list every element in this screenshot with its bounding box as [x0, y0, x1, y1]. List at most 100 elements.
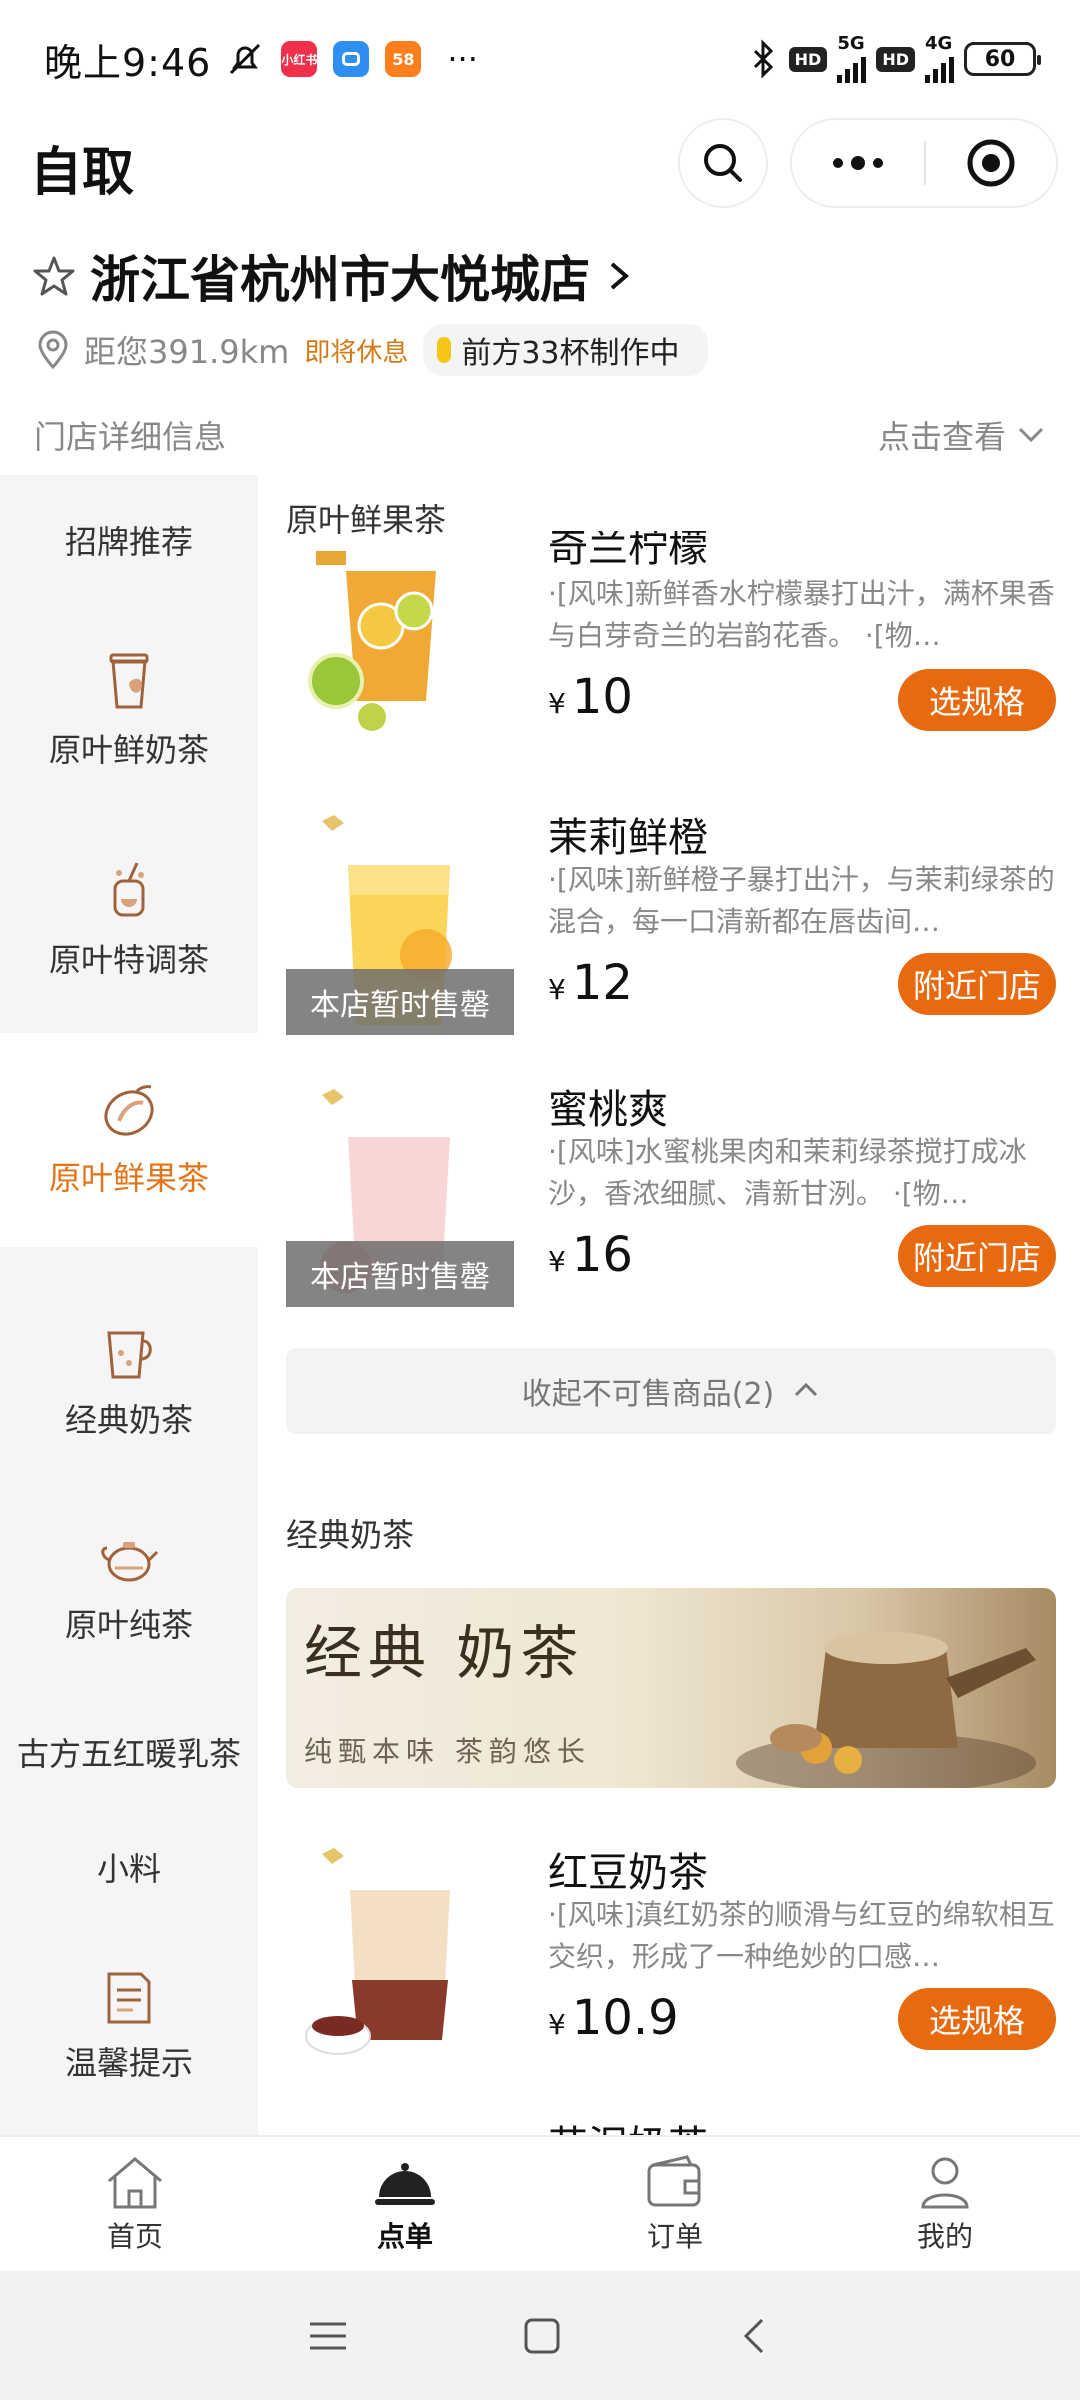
mute-bell-icon — [230, 43, 261, 75]
soldout-badge: 本店暂时售罄 — [286, 1241, 514, 1307]
nav-profile[interactable]: 我的 — [810, 2137, 1080, 2271]
nav-label: 订单 — [646, 2220, 703, 2253]
classic-milk-tea-banner[interactable]: 经典 奶茶 纯甄本味 茶韵悠长 — [286, 1588, 1056, 1788]
sidebar-item-label: 招牌推荐 — [64, 523, 193, 561]
sidebar-item-fresh-milk-tea[interactable]: 原叶鲜奶茶 — [0, 605, 258, 815]
product-card[interactable]: 本店暂时售罄 蜜桃爽 ·[风味]水蜜桃果肉和茉莉绿茶搅打成冰沙，香浓细腻、清新甘… — [286, 1077, 1056, 1307]
store-detail-row[interactable]: 门店详细信息 点击查看 — [34, 412, 1046, 458]
search-icon — [704, 144, 742, 182]
sidebar-item-special-tea[interactable]: 原叶特调茶 — [0, 815, 258, 1025]
select-spec-button[interactable]: 选规格 — [898, 1988, 1056, 2050]
product-card[interactable]: 奇兰柠檬 ·[风味]新鲜香水柠檬暴打出汁，满杯果香与白芽奇兰的岩韵花香。 ·[物… — [286, 531, 1056, 761]
nearby-store-button[interactable]: 附近门店 — [898, 1225, 1056, 1287]
menu-icon[interactable] — [306, 2316, 350, 2356]
store-detail-action-label: 点击查看 — [877, 418, 1006, 456]
hd-badge: HD — [788, 46, 828, 72]
product-card[interactable]: 本店暂时售罄 茉莉鲜橙 ·[风味]新鲜橙子暴打出汁，与茉莉绿茶的混合，每一口清新… — [286, 805, 1056, 1035]
product-name: 奇兰柠檬 — [548, 525, 708, 571]
store-name-row[interactable]: 浙江省杭州市大悦城店 — [32, 240, 634, 312]
store-distance: 距您391.9km — [84, 333, 290, 371]
blue-app-icon — [333, 41, 370, 77]
bluetooth-icon — [753, 39, 773, 79]
product-desc: ·[风味]滇红奶茶的顺滑与红豆的绵软相互交织，形成了一种绝妙的口感… — [548, 1898, 1055, 1973]
product-name-partial: 芋泥奶茶 — [548, 2113, 708, 2135]
teapot-icon — [101, 1542, 159, 1582]
sidebar-item-pure-tea[interactable]: 原叶纯茶 — [0, 1477, 258, 1697]
collapse-unavailable-button[interactable]: 收起不可售商品(2) — [286, 1348, 1056, 1434]
nav-label: 首页 — [106, 2220, 163, 2253]
sidebar-item-toppings[interactable]: 小料 — [0, 1807, 258, 1927]
store-name: 浙江省杭州市大悦城店 — [90, 251, 590, 309]
page-header: 自取 — [0, 118, 1080, 210]
system-nav-bar — [0, 2271, 1080, 2400]
sidebar-item-label: 原叶鲜果茶 — [48, 1159, 209, 1197]
sidebar-item-fresh-fruit-tea[interactable]: 原叶鲜果茶 — [0, 1033, 258, 1247]
home-square-icon[interactable] — [522, 2316, 562, 2356]
signal-4g: 4G — [925, 35, 954, 83]
chevron-right-icon — [610, 262, 630, 290]
nav-order[interactable]: 点单 — [270, 2137, 540, 2271]
special-tea-icon — [113, 862, 145, 917]
product-image: 本店暂时售罄 — [286, 805, 514, 1035]
store-detail-action[interactable]: 点击查看 — [878, 412, 1046, 458]
classic-cup-icon — [107, 1331, 152, 1379]
product-image — [286, 1840, 514, 2070]
product-price: ¥16 — [548, 1227, 633, 1283]
product-name: 红豆奶茶 — [548, 1850, 708, 1896]
sidebar-item-notice[interactable]: 温馨提示 — [0, 1927, 258, 2127]
58-app-icon: 58 — [385, 41, 422, 77]
product-price: ¥10.9 — [548, 1990, 679, 2046]
status-right-icons: HD 5G HD 4G 60 — [749, 35, 1041, 83]
store-meta: 距您391.9km 即将休息 前方33杯制作中 — [36, 324, 708, 376]
queue-badge: 前方33杯制作中 — [423, 324, 708, 376]
product-desc: ·[风味]水蜜桃果肉和茉莉绿茶搅打成冰沙，香浓细腻、清新甘洌。 ·[物… — [548, 1135, 1027, 1210]
battery-level: 60 — [984, 46, 1016, 72]
back-icon[interactable] — [734, 2316, 774, 2356]
status-left-icons: 小红书 58 ··· — [225, 39, 478, 79]
more-menu-button[interactable] — [792, 156, 924, 170]
nav-label: 点单 — [376, 2220, 433, 2253]
location-pin-icon — [38, 330, 68, 370]
nav-orders[interactable]: 订单 — [540, 2137, 810, 2271]
product-desc: ·[风味]新鲜橙子暴打出汁，与茉莉绿茶的混合，每一口清新都在唇齿间… — [548, 863, 1055, 938]
product-name: 茉莉鲜橙 — [548, 815, 708, 861]
sidebar-item-label: 原叶特调茶 — [48, 941, 209, 979]
nav-home[interactable]: 首页 — [0, 2137, 270, 2271]
product-price: ¥10 — [548, 669, 633, 725]
store-detail-label: 门店详细信息 — [34, 418, 227, 456]
chevron-up-icon — [795, 1382, 818, 1397]
product-list: 原叶鲜果茶 奇兰柠檬 ·[风味]新鲜香水柠檬暴打出汁，满杯果香与白芽奇兰的岩韵花… — [258, 475, 1080, 2135]
bottom-nav: 首页 点单 订单 我的 — [0, 2135, 1080, 2271]
sidebar-item-classic-milk-tea[interactable]: 经典奶茶 — [0, 1287, 258, 1477]
product-card[interactable]: 红豆奶茶 ·[风味]滇红奶茶的顺滑与红豆的绵软相互交织，形成了一种绝妙的口感… … — [286, 1840, 1056, 2070]
nearby-store-button[interactable]: 附近门店 — [898, 953, 1056, 1015]
status-bar: 晚上9:46 小红书 58 ··· HD 5G HD 4G 60 — [0, 0, 1080, 118]
page-title: 自取 — [30, 143, 135, 203]
sidebar-item-five-red-tea[interactable]: 古方五红暖乳茶 — [0, 1697, 258, 1807]
close-miniapp-button[interactable] — [926, 138, 1056, 188]
star-favorite-icon[interactable] — [32, 254, 76, 298]
home-icon — [108, 2157, 162, 2209]
notice-doc-icon — [107, 1972, 151, 2024]
signal-5g: 5G — [837, 35, 867, 83]
search-button[interactable] — [678, 118, 768, 208]
teapot-banner-image — [736, 1632, 1036, 1788]
product-desc: ·[风味]新鲜香水柠檬暴打出汁，满杯果香与白芽奇兰的岩韵花香。 ·[物… — [548, 577, 1055, 652]
select-spec-button[interactable]: 选规格 — [898, 669, 1056, 731]
sidebar-item-label: 原叶纯茶 — [64, 1606, 193, 1644]
sidebar-item-label: 古方五红暖乳茶 — [16, 1735, 241, 1773]
nav-label: 我的 — [916, 2220, 973, 2253]
product-price: ¥12 — [548, 955, 633, 1011]
hd-badge-2: HD — [876, 46, 915, 72]
sidebar-item-label: 小料 — [96, 1850, 161, 1888]
xiaohongshu-app-icon: 小红书 — [281, 41, 317, 77]
sidebar-item-label: 原叶鲜奶茶 — [48, 731, 209, 769]
banner-title: 经典 奶茶 — [304, 1619, 585, 1687]
sidebar-item-label: 经典奶茶 — [64, 1401, 193, 1439]
fruit-icon — [104, 1085, 154, 1136]
category-sidebar: 招牌推荐 原叶鲜奶茶 原叶特调茶 原叶鲜果茶 经典奶茶 原叶纯茶 古方五红暖乳茶… — [0, 475, 258, 2135]
queue-text: 前方33杯制作中 — [461, 336, 680, 371]
sidebar-item-signature[interactable]: 招牌推荐 — [0, 475, 258, 605]
signal-bars-icon — [837, 53, 867, 83]
signal-bars-icon-2 — [925, 53, 954, 83]
